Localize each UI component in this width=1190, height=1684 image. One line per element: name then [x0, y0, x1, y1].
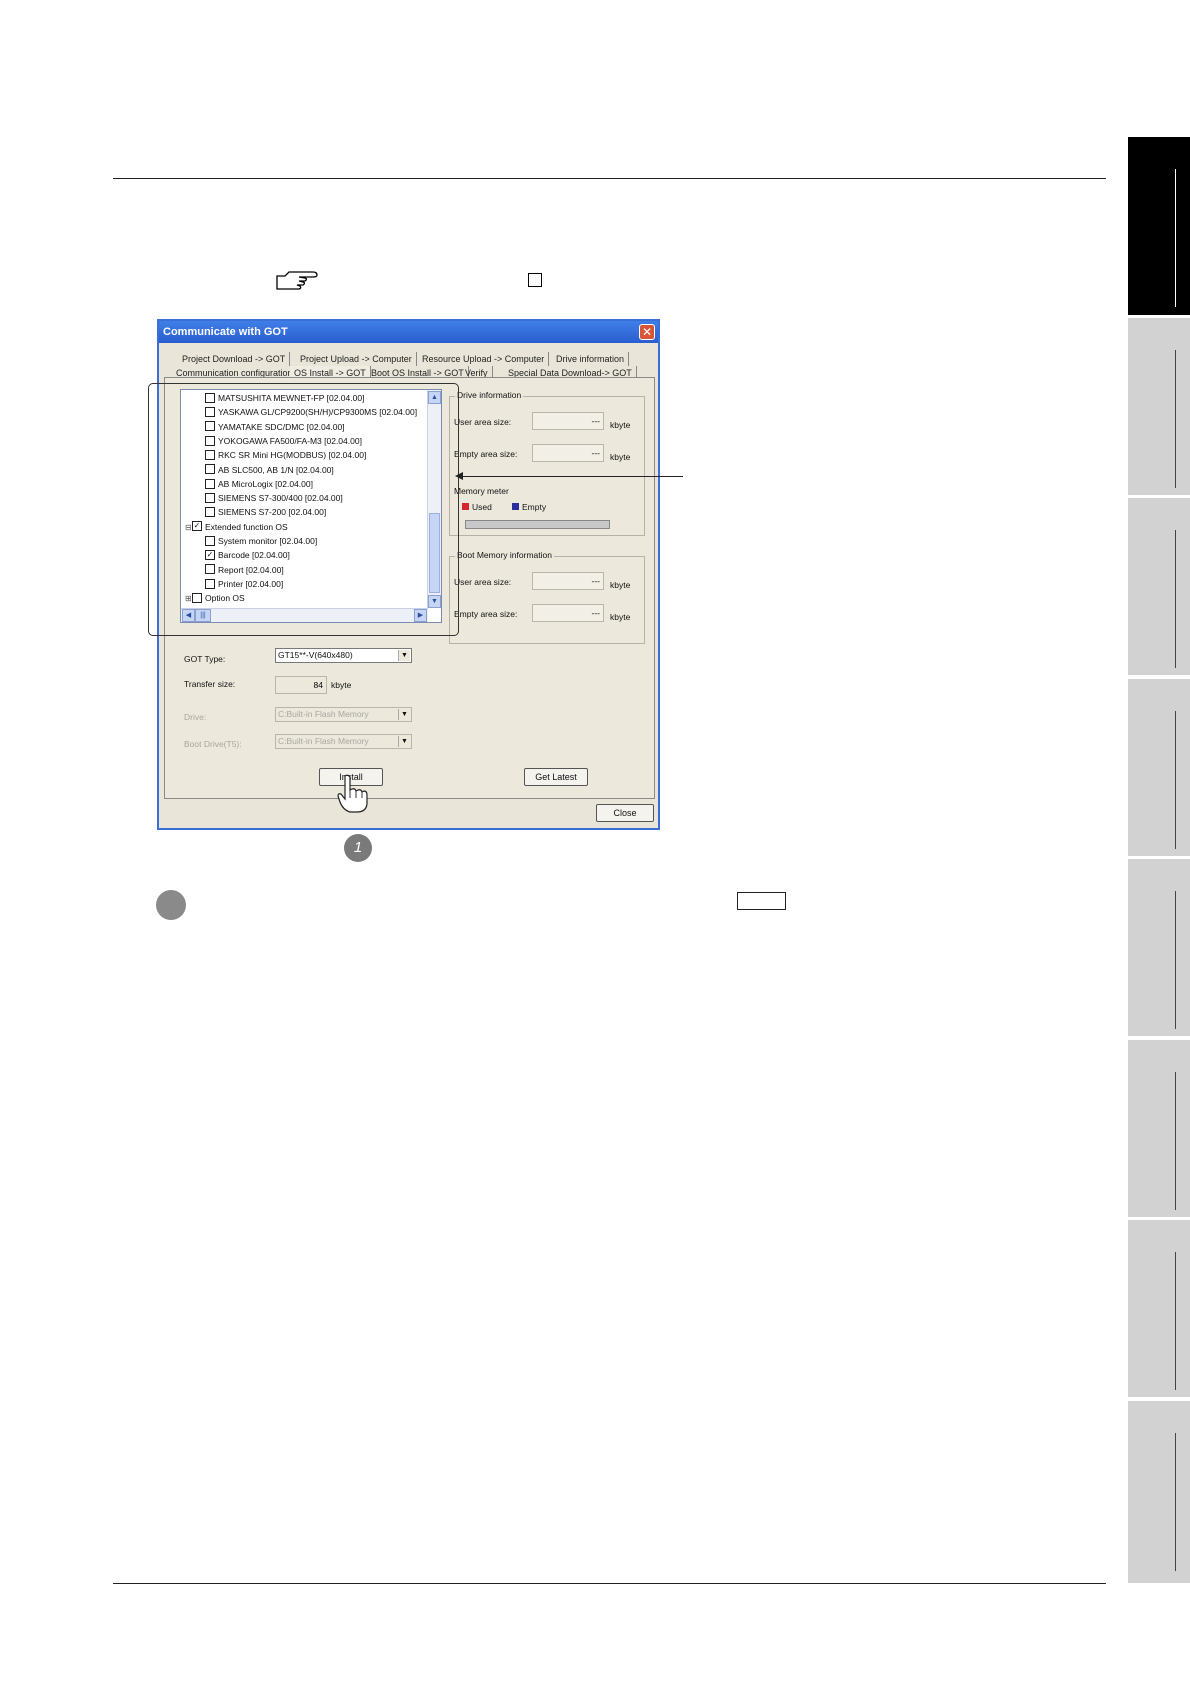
chapter-tab-8[interactable]: [1128, 1401, 1190, 1583]
boot-memory-title: Boot Memory information: [455, 550, 554, 560]
get-latest-button[interactable]: Get Latest: [524, 768, 588, 786]
reference-box-icon: [528, 273, 542, 287]
chapter-tab-3[interactable]: [1128, 498, 1190, 675]
drive-information-group: Drive information User area size: --- kb…: [449, 390, 645, 536]
bullet-dot: [156, 890, 186, 920]
close-icon[interactable]: ✕: [639, 324, 655, 340]
drive-empty-area-label: Empty area size:: [454, 449, 518, 459]
chapter-tab-5[interactable]: [1128, 859, 1190, 1036]
drive-user-area-field: ---: [532, 412, 604, 430]
transfer-size-label: Transfer size:: [184, 679, 236, 689]
tab-resource-upload[interactable]: Resource Upload -> Computer: [418, 352, 550, 366]
memory-meter-label: Memory meter: [454, 486, 509, 496]
dialog-title: Communicate with GOT: [159, 321, 658, 343]
chapter-tab-7[interactable]: [1128, 1220, 1190, 1397]
drive-user-area-unit: kbyte: [610, 420, 631, 430]
drive-information-title: Drive information: [455, 390, 524, 400]
callout-arrow-icon: [455, 472, 463, 480]
boot-memory-information-group: Boot Memory information User area size: …: [449, 550, 645, 644]
transfer-size-field: 84: [275, 676, 327, 694]
chevron-down-icon[interactable]: ▼: [398, 650, 410, 661]
legend-empty: Empty: [512, 502, 546, 512]
chapter-tab-2[interactable]: [1128, 318, 1190, 495]
boot-user-area-unit: kbyte: [610, 580, 631, 590]
drive-label: Drive:: [184, 712, 207, 722]
memory-meter-bar: [465, 520, 610, 529]
chapter-tab-4[interactable]: [1128, 679, 1190, 856]
key-box: [737, 892, 786, 910]
top-rule: [113, 178, 1106, 179]
boot-user-area-field: ---: [532, 572, 604, 590]
boot-user-area-label: User area size:: [454, 577, 512, 587]
chapter-tab-1[interactable]: [1128, 137, 1190, 315]
tree-highlight-frame: [148, 383, 459, 636]
legend-used: Used: [462, 502, 492, 512]
chevron-down-icon[interactable]: ▼: [398, 709, 410, 720]
close-button[interactable]: Close: [596, 804, 654, 822]
chevron-down-icon[interactable]: ▼: [398, 736, 410, 747]
callout-line: [461, 476, 683, 477]
boot-empty-area-label: Empty area size:: [454, 609, 518, 619]
boot-empty-area-field: ---: [532, 604, 604, 622]
chapter-tab-6[interactable]: [1128, 1040, 1190, 1217]
drive-empty-area-field: ---: [532, 444, 604, 462]
drive-empty-area-unit: kbyte: [610, 452, 631, 462]
bottom-rule: [113, 1583, 1106, 1584]
transfer-size-unit: kbyte: [331, 680, 352, 690]
drive-user-area-label: User area size:: [454, 417, 512, 427]
got-type-select[interactable]: GT15**-V(640x480) ▼: [275, 648, 412, 663]
drive-select[interactable]: C:Built-in Flash Memory ▼: [275, 707, 412, 722]
boot-empty-area-unit: kbyte: [610, 612, 631, 622]
pointing-hand-icon: [276, 271, 318, 290]
got-type-label: GOT Type:: [184, 654, 226, 664]
tab-project-download[interactable]: Project Download -> GOT: [178, 352, 291, 366]
boot-drive-label: Boot Drive(T5):: [184, 739, 242, 749]
tab-drive-information[interactable]: Drive information: [552, 352, 630, 366]
hand-cursor-icon: [337, 774, 368, 813]
step-marker: 1: [344, 834, 372, 862]
boot-drive-select[interactable]: C:Built-in Flash Memory ▼: [275, 734, 412, 749]
tab-project-upload[interactable]: Project Upload -> Computer: [296, 352, 417, 366]
